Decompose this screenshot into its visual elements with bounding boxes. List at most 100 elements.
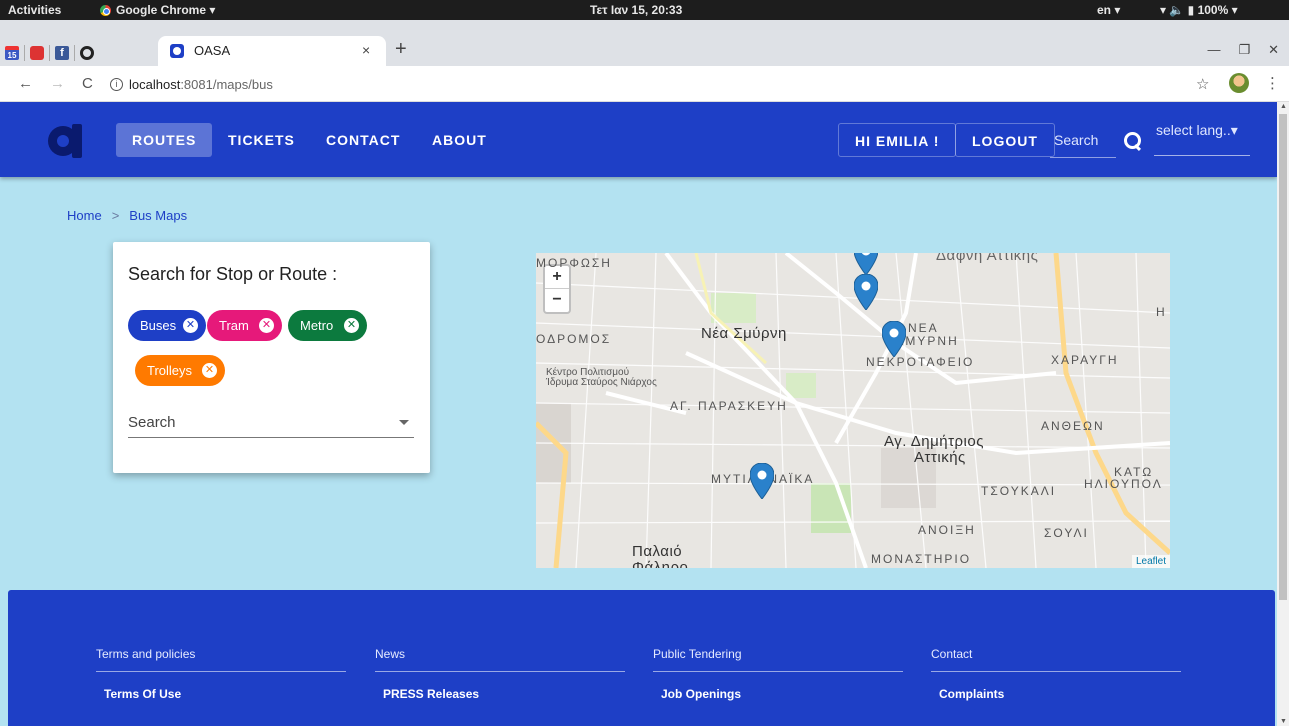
footer-divider	[653, 671, 903, 672]
dropdown-caret-icon[interactable]	[399, 420, 409, 425]
footer: Terms and policies Terms Of Use News PRE…	[8, 590, 1275, 726]
map-label: ΝΕΚΡΟΤΑΦΕΙΟ	[866, 355, 975, 369]
footer-divider	[96, 671, 346, 672]
footer-link[interactable]: Job Openings	[653, 687, 903, 701]
chip-label: Tram	[219, 318, 249, 333]
search-icon[interactable]	[1124, 132, 1142, 150]
bus-map[interactable]: + − ΜΟΡΦΩΣΗ Δαφνη Αττικης ΟΔΡΟΜΟΣ Νέα Σμ…	[536, 253, 1170, 568]
pinned-tab-github[interactable]	[75, 41, 99, 65]
tab-close-icon[interactable]: ×	[362, 42, 370, 58]
nav-contact[interactable]: CONTACT	[310, 123, 416, 157]
github-icon	[80, 46, 94, 60]
footer-heading[interactable]: Terms and policies	[96, 647, 346, 661]
chip-label: Buses	[140, 318, 177, 333]
logo-bar	[72, 124, 82, 158]
pinned-tab-calendar[interactable]: 15	[0, 41, 24, 65]
footer-link[interactable]: PRESS Releases	[375, 687, 625, 701]
url-field[interactable]: i localhost:8081/maps/bus	[110, 74, 1190, 94]
zoom-controls: + −	[543, 264, 571, 314]
search-card-title: Search for Stop or Route :	[128, 264, 338, 284]
nav-about[interactable]: ABOUT	[416, 123, 503, 157]
footer-heading[interactable]: Public Tendering	[653, 647, 903, 661]
calendar-icon: 15	[5, 46, 19, 60]
system-menu[interactable]: ▾ 🔈 ▮ 100% ▾	[1160, 3, 1238, 17]
restore-button[interactable]: ❐	[1238, 42, 1250, 58]
chip-remove-icon[interactable]: ✕	[344, 318, 359, 333]
activities-button[interactable]: Activities	[8, 3, 61, 17]
chip-metro[interactable]: Metro ✕	[288, 310, 367, 341]
back-button[interactable]: ←	[18, 75, 33, 92]
breadcrumb-current[interactable]: Bus Maps	[129, 208, 187, 223]
oasa-logo[interactable]	[48, 122, 84, 158]
footer-link[interactable]: Complaints	[931, 687, 1181, 701]
page-viewport: ROUTES TICKETS CONTACT ABOUT HI EMILIA !…	[0, 102, 1277, 726]
url-path: :8081/maps/bus	[180, 76, 273, 92]
nav-search-underline	[1050, 157, 1116, 158]
minimize-button[interactable]: —	[1207, 42, 1220, 58]
map-label: ΜΟΝΑΣΤΗΡΙΟ	[871, 552, 972, 566]
chip-tram[interactable]: Tram ✕	[207, 310, 282, 341]
language-select[interactable]: select lang..▾	[1156, 122, 1238, 139]
footer-heading[interactable]: News	[375, 647, 625, 661]
map-label: ΧΑΡΑΥΓΗ	[1051, 353, 1119, 367]
nav-tickets[interactable]: TICKETS	[212, 123, 311, 157]
page-scrollbar[interactable]: ▲ ▼	[1277, 102, 1289, 726]
map-label: Αγ. Δημήτριος	[884, 433, 984, 450]
map-label: Δαφνη Αττικης	[936, 253, 1039, 264]
reload-button[interactable]: C	[82, 75, 93, 92]
scroll-down-icon[interactable]: ▼	[1280, 718, 1287, 725]
logout-button[interactable]: LOGOUT	[955, 123, 1055, 157]
bus-stop-marker[interactable]	[882, 321, 906, 357]
bus-stop-marker[interactable]	[854, 274, 878, 310]
footer-column-terms: Terms and policies Terms Of Use	[96, 647, 346, 701]
bookmark-star-icon[interactable]: ☆	[1196, 75, 1209, 93]
browser-menu-icon[interactable]: ⋮	[1265, 74, 1280, 92]
new-tab-button[interactable]: +	[395, 38, 407, 61]
map-label: ΟΔΡΟΜΟΣ	[536, 332, 612, 346]
footer-heading[interactable]: Contact	[931, 647, 1181, 661]
scrollbar-thumb[interactable]	[1279, 114, 1287, 600]
chip-buses[interactable]: Buses ✕	[128, 310, 206, 341]
app-menu[interactable]: Google Chrome ▾	[100, 3, 215, 17]
map-label: ΜΟΡΦΩΣΗ	[536, 256, 612, 270]
map-label: Φάληρο	[632, 559, 689, 568]
zoom-out-button[interactable]: −	[545, 289, 569, 312]
window-controls: — ❐ ✕	[1207, 42, 1279, 58]
tab-oasa[interactable]: OASA ×	[158, 36, 386, 66]
breadcrumb-home[interactable]: Home	[67, 208, 102, 223]
chip-label: Trolleys	[147, 363, 193, 378]
bus-stop-marker[interactable]	[750, 463, 774, 499]
chip-remove-icon[interactable]: ✕	[259, 318, 274, 333]
app-navbar: ROUTES TICKETS CONTACT ABOUT HI EMILIA !…	[0, 102, 1277, 177]
tab-title: OASA	[194, 43, 231, 58]
leaflet-attribution[interactable]: Leaflet	[1131, 555, 1170, 568]
bus-stop-marker[interactable]	[854, 253, 878, 275]
close-window-button[interactable]: ✕	[1268, 42, 1279, 58]
nav-routes[interactable]: ROUTES	[116, 123, 213, 157]
footer-column-news: News PRESS Releases	[375, 647, 625, 701]
nav-search-input[interactable]: Search	[1054, 132, 1098, 148]
address-bar: ← → C i localhost:8081/maps/bus ☆ ⋮	[0, 66, 1289, 102]
url-host: localhost	[129, 76, 181, 92]
footer-link[interactable]: Terms Of Use	[96, 687, 346, 701]
scroll-up-icon[interactable]: ▲	[1280, 103, 1287, 110]
clock[interactable]: Τετ Ιαν 15, 20:33	[590, 3, 682, 17]
language-select-underline	[1154, 155, 1250, 156]
map-label: ΗΛΙΟΥΠΟΛ	[1084, 477, 1163, 491]
route-search-input[interactable]: Search	[128, 414, 176, 431]
map-label: Αττικής	[914, 449, 966, 466]
chip-trolleys[interactable]: Trolleys ✕	[135, 355, 225, 386]
map-label: ΑΝΟΙΞΗ	[918, 523, 976, 537]
site-info-icon[interactable]: i	[110, 77, 123, 91]
map-label: ΑΝΘΕΩΝ	[1041, 419, 1105, 433]
profile-avatar[interactable]	[1229, 73, 1249, 93]
pinned-tab-facebook[interactable]: f	[50, 41, 74, 65]
greeting-button[interactable]: HI EMILIA !	[838, 123, 957, 157]
os-top-bar: Activities Google Chrome ▾ Τετ Ιαν 15, 2…	[0, 0, 1289, 20]
keyboard-language[interactable]: en ▾	[1097, 3, 1120, 17]
footer-divider	[375, 671, 625, 672]
pinned-tab-todoist[interactable]	[25, 41, 49, 65]
chip-remove-icon[interactable]: ✕	[183, 318, 198, 333]
chip-remove-icon[interactable]: ✕	[202, 363, 217, 378]
forward-button[interactable]: →	[50, 75, 65, 92]
